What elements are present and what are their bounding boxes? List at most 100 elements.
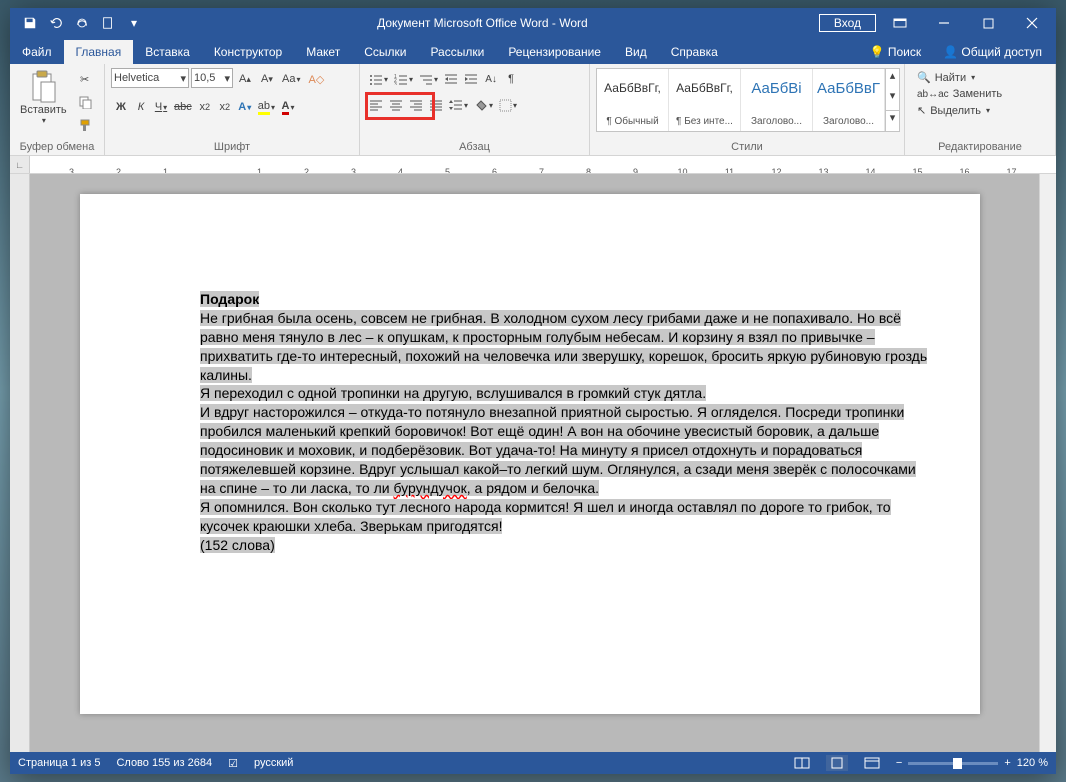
new-doc-icon[interactable]	[96, 11, 120, 35]
status-bar: Страница 1 из 5 Слово 155 из 2684 ☑ русс…	[10, 752, 1056, 774]
text-effects-icon[interactable]: A▾	[235, 96, 255, 118]
search-button[interactable]: 💡 Поиск	[866, 40, 926, 64]
redo-icon[interactable]	[70, 11, 94, 35]
zoom-in-button[interactable]: +	[1004, 757, 1010, 769]
page[interactable]: Подарок Не грибная была осень, совсем не…	[80, 194, 980, 714]
proofing-icon[interactable]: ☑	[228, 757, 238, 770]
close-button[interactable]	[1012, 8, 1052, 38]
read-mode-icon[interactable]	[794, 757, 810, 769]
increase-indent-icon[interactable]	[461, 68, 481, 90]
font-size-combo[interactable]: 10,5▾	[191, 68, 233, 88]
find-label: Найти	[935, 72, 966, 84]
spelling-error: бурундучок	[393, 480, 466, 496]
replace-icon: ab↔ac	[917, 89, 949, 100]
page-scroll[interactable]: Подарок Не грибная была осень, совсем не…	[30, 174, 1039, 752]
style-normal[interactable]: АаБбВвГг,¶ Обычный	[597, 69, 669, 131]
style-heading1[interactable]: АаБбВі Заголово...	[741, 69, 813, 131]
styles-gallery[interactable]: АаБбВвГг,¶ Обычный АаБбВвГг,¶ Без инте..…	[596, 68, 900, 132]
maximize-button[interactable]	[968, 8, 1008, 38]
word-count[interactable]: Слово 155 из 2684	[116, 757, 212, 769]
tab-insert[interactable]: Вставка	[133, 40, 202, 64]
font-name-combo[interactable]: Helvetica▾	[111, 68, 189, 88]
tab-help[interactable]: Справка	[659, 40, 730, 64]
replace-button[interactable]: ab↔ac Заменить	[915, 87, 1045, 101]
bold-button[interactable]: Ж	[111, 96, 131, 118]
doc-heading: Подарок	[200, 291, 259, 307]
vertical-ruler[interactable]	[10, 174, 30, 752]
find-button[interactable]: 🔍Найти▾	[915, 70, 1045, 85]
line-spacing-icon[interactable]: ▾	[446, 94, 471, 116]
signin-button[interactable]: Вход	[819, 14, 876, 32]
format-painter-icon[interactable]	[75, 114, 95, 136]
style-preview: АаБбВвГ	[815, 73, 882, 103]
copy-icon[interactable]	[75, 91, 95, 113]
superscript-button[interactable]: x2	[215, 96, 235, 118]
justify-button[interactable]	[426, 94, 446, 116]
style-name: Заголово...	[743, 116, 810, 127]
zoom-slider[interactable]	[908, 762, 998, 765]
style-no-spacing[interactable]: АаБбВвГг,¶ Без инте...	[669, 69, 741, 131]
tab-selector-icon[interactable]: ∟	[10, 156, 30, 173]
font-color-icon[interactable]: A▾	[278, 96, 298, 118]
doc-paragraph: Не грибная была осень, совсем не грибная…	[200, 310, 927, 383]
style-preview: АаБбВі	[743, 73, 810, 103]
tab-references[interactable]: Ссылки	[352, 40, 418, 64]
qat-dropdown-icon[interactable]: ▾	[122, 11, 146, 35]
vertical-scrollbar[interactable]	[1039, 174, 1056, 752]
align-left-button[interactable]	[366, 94, 386, 116]
tab-home[interactable]: Главная	[64, 40, 134, 64]
multilevel-icon[interactable]: ▾	[416, 68, 441, 90]
tab-view[interactable]: Вид	[613, 40, 659, 64]
pilcrow-icon[interactable]: ¶	[501, 68, 521, 90]
language-indicator[interactable]: русский	[254, 757, 293, 769]
grow-font-icon[interactable]: A▴	[235, 68, 255, 90]
shrink-font-icon[interactable]: A▾	[257, 68, 277, 90]
search-icon: 🔍	[917, 71, 931, 84]
italic-button[interactable]: К	[131, 96, 151, 118]
select-label: Выделить	[930, 105, 981, 117]
tab-mailings[interactable]: Рассылки	[418, 40, 496, 64]
page-indicator[interactable]: Страница 1 из 5	[18, 757, 100, 769]
web-layout-icon[interactable]	[864, 757, 880, 769]
zoom-out-button[interactable]: −	[896, 757, 902, 769]
window-title: Документ Microsoft Office Word - Word	[146, 16, 819, 30]
numbering-icon[interactable]: 123▾	[391, 68, 416, 90]
title-bar: ▾ Документ Microsoft Office Word - Word …	[10, 8, 1056, 38]
horizontal-ruler[interactable]: ∟ 3211234567891011121314151617	[10, 156, 1056, 174]
undo-icon[interactable]	[44, 11, 68, 35]
align-right-button[interactable]	[406, 94, 426, 116]
clipboard-icon	[29, 70, 57, 104]
clear-format-icon[interactable]: A◇	[305, 68, 327, 90]
highlight-icon[interactable]: ab▾	[255, 96, 278, 118]
strikethrough-button[interactable]: abc	[171, 96, 195, 118]
minimize-button[interactable]	[924, 8, 964, 38]
paste-button[interactable]: Вставить▾	[16, 68, 71, 127]
sort-icon[interactable]: A↓	[481, 68, 501, 90]
doc-paragraph: Я опомнился. Вон сколько тут лесного нар…	[200, 499, 891, 534]
underline-button[interactable]: Ч▾	[151, 96, 171, 118]
document-area: Подарок Не грибная была осень, совсем не…	[10, 174, 1056, 752]
cut-icon[interactable]: ✂	[75, 68, 95, 90]
ribbon: Вставить▾ ✂ Буфер обмена Helvetica▾ 10,5…	[10, 64, 1056, 156]
bullets-icon[interactable]: ▾	[366, 68, 391, 90]
tab-design[interactable]: Конструктор	[202, 40, 294, 64]
styles-more-icon[interactable]: ▴▾▾	[885, 69, 899, 131]
change-case-icon[interactable]: Aa▾	[279, 68, 303, 90]
subscript-button[interactable]: x2	[195, 96, 215, 118]
ribbon-display-icon[interactable]	[880, 8, 920, 38]
share-button[interactable]: 👤 Общий доступ	[939, 40, 1046, 64]
style-heading2[interactable]: АаБбВвГЗаголово...	[813, 69, 885, 131]
replace-label: Заменить	[953, 88, 1002, 100]
select-button[interactable]: ↖Выделить▾	[915, 103, 1045, 118]
print-layout-icon[interactable]	[826, 755, 848, 771]
zoom-level[interactable]: 120 %	[1017, 757, 1048, 769]
shading-icon[interactable]: ▾	[471, 94, 496, 116]
tab-layout[interactable]: Макет	[294, 40, 352, 64]
borders-icon[interactable]: ▾	[496, 94, 520, 116]
save-icon[interactable]	[18, 11, 42, 35]
tab-review[interactable]: Рецензирование	[496, 40, 613, 64]
tab-file[interactable]: Файл	[10, 40, 64, 64]
align-center-button[interactable]	[386, 94, 406, 116]
decrease-indent-icon[interactable]	[441, 68, 461, 90]
style-preview: АаБбВвГг,	[599, 73, 666, 103]
